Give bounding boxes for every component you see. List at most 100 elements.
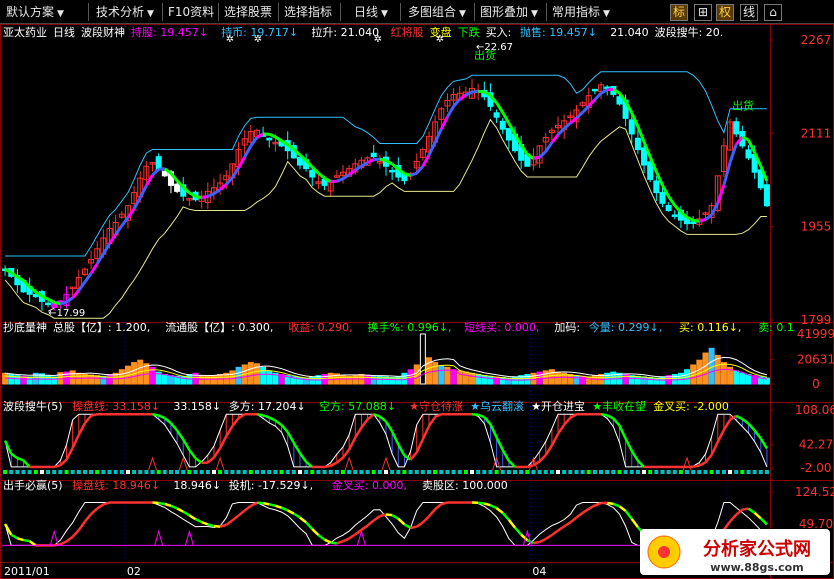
candle-body bbox=[370, 152, 377, 158]
band-operate-line bbox=[292, 442, 302, 454]
x-axis-date-label: 02 bbox=[127, 565, 141, 578]
hold-stock-line bbox=[728, 143, 738, 163]
candle-body bbox=[671, 214, 678, 217]
toolbar-divider bbox=[218, 3, 219, 21]
band-signal-dot bbox=[82, 470, 87, 474]
volume-bar bbox=[198, 375, 205, 385]
volume-bar bbox=[542, 370, 549, 385]
volume-bar bbox=[327, 372, 334, 385]
candle-body bbox=[763, 184, 770, 207]
band-operate-line bbox=[274, 419, 283, 426]
band-operate-line bbox=[692, 464, 700, 468]
toolbar-button-overlay[interactable]: 图形叠加 ▼ bbox=[476, 3, 542, 21]
band-operate-line bbox=[194, 457, 203, 464]
toolbar-button-select-indicator[interactable]: 选择指标 bbox=[280, 3, 336, 21]
band-signal-dot bbox=[285, 470, 290, 474]
signal-operate-line bbox=[83, 513, 93, 523]
band-signal-dot bbox=[267, 470, 272, 474]
band-chart-title: 多方: 17.204↓ bbox=[229, 399, 306, 413]
signal-operate-line bbox=[250, 501, 258, 507]
band-operate-line bbox=[71, 434, 80, 449]
toolbar-button-scheme[interactable]: 默认方案 ▼ bbox=[2, 3, 68, 21]
band-signal-dot bbox=[95, 470, 100, 474]
rights-icon[interactable]: 权 bbox=[716, 4, 734, 21]
signal-operate-line bbox=[237, 509, 246, 517]
band-signal-dot bbox=[488, 470, 493, 474]
band-signal-dot bbox=[408, 470, 413, 474]
band-operate-line bbox=[716, 429, 726, 443]
band-operate-line bbox=[268, 416, 276, 422]
band-buy-triangle bbox=[381, 456, 391, 471]
chevron-down-icon: ▼ bbox=[531, 9, 538, 19]
hold-stock-line bbox=[533, 155, 540, 160]
band-operate-line bbox=[53, 464, 61, 469]
signal-tick-label: 124.52 bbox=[795, 485, 834, 499]
signal-operate-line bbox=[372, 515, 381, 522]
hold-stock-line bbox=[77, 281, 87, 292]
signal-operate-line bbox=[606, 501, 614, 506]
band-signal-dot bbox=[359, 470, 364, 474]
band-signal-dot bbox=[623, 470, 628, 474]
band-signal-dot bbox=[107, 470, 112, 474]
signal-operate-line bbox=[569, 516, 578, 524]
toolbar-button-multi-chart[interactable]: 多图组合 ▼ bbox=[404, 3, 470, 21]
hold-stock-line bbox=[138, 184, 148, 199]
hold-stock-line bbox=[550, 133, 560, 144]
band-operate-line bbox=[65, 447, 74, 461]
band-operate-line bbox=[489, 423, 498, 438]
band-operate-line bbox=[176, 429, 185, 441]
hold-stock-line bbox=[538, 150, 547, 159]
band-signal-dot bbox=[297, 470, 302, 474]
stock-chart[interactable]: 亚太药业 日线 波段财神 持股: 19.457↓ 持币: 19.717↓ 拉升: 21.0… bbox=[0, 24, 834, 579]
grid-icon[interactable]: ⊞ bbox=[694, 4, 712, 21]
signal-operate-line bbox=[90, 507, 99, 515]
signal-operate-line bbox=[268, 503, 276, 507]
hold-stock-line bbox=[71, 289, 80, 299]
volume-bar bbox=[653, 377, 660, 385]
band-signal-dot bbox=[261, 470, 266, 474]
toolbar-button-tech-analysis[interactable]: 技术分析 ▼ bbox=[92, 3, 158, 21]
band-signal-dot bbox=[685, 470, 690, 474]
volume-bar bbox=[671, 373, 678, 385]
signal-operate-line bbox=[421, 515, 430, 524]
hold-stock-line bbox=[593, 92, 603, 101]
hold-stock-line bbox=[89, 262, 99, 275]
hold-stock-line bbox=[427, 141, 437, 156]
signal-operate-line bbox=[379, 513, 387, 518]
toolbar-button-period[interactable]: 日线 ▼ bbox=[350, 3, 392, 21]
toolbar-button-select-stock[interactable]: 选择股票 bbox=[220, 3, 276, 21]
band-operate-line bbox=[237, 413, 246, 420]
toolbar-divider bbox=[278, 3, 279, 21]
band-operate-line bbox=[152, 413, 159, 417]
toolbar-button-common-indicators[interactable]: 常用指标 ▼ bbox=[548, 3, 614, 21]
hold-stock-line bbox=[348, 168, 357, 176]
signal-operate-line bbox=[299, 516, 307, 524]
volume-bar bbox=[499, 376, 506, 385]
band-operate-line bbox=[569, 413, 578, 419]
band-signal-dot bbox=[420, 470, 425, 474]
band-signal-dot bbox=[463, 470, 468, 474]
band-operate-line bbox=[158, 414, 166, 420]
line-icon[interactable]: 线 bbox=[740, 4, 758, 21]
signal-operate-line bbox=[330, 541, 338, 545]
band-operate-line bbox=[298, 452, 308, 463]
toolbar-divider bbox=[88, 3, 89, 21]
signal-operate-line bbox=[507, 519, 517, 529]
band-signal-dot bbox=[113, 470, 118, 474]
toolbar: 默认方案 ▼ 技术分析 ▼ F10资料 选择股票 选择指标 日线 ▼ 多图组合 ▼ 图形… bbox=[0, 0, 834, 24]
volume-chart-title: 买: 0.116↓, bbox=[679, 321, 741, 334]
main-price-tick-label: 1799 bbox=[801, 313, 832, 327]
mark-icon[interactable]: 标 bbox=[670, 4, 688, 21]
candle-body bbox=[628, 119, 635, 135]
band-signal-dot bbox=[672, 470, 677, 474]
band-signal-dot bbox=[211, 470, 216, 474]
band-signal-dot bbox=[144, 470, 149, 474]
band-signal-dot bbox=[629, 470, 634, 474]
volume-bar bbox=[475, 373, 482, 385]
home-icon[interactable]: ⌂ bbox=[764, 4, 782, 21]
toolbar-button-f10[interactable]: F10资料 bbox=[164, 3, 218, 21]
candle-body bbox=[745, 149, 752, 159]
main-chart-title: 波段搜牛: 20. bbox=[655, 25, 724, 39]
band-operate-line bbox=[379, 415, 387, 423]
candlestick-series bbox=[2, 79, 770, 311]
